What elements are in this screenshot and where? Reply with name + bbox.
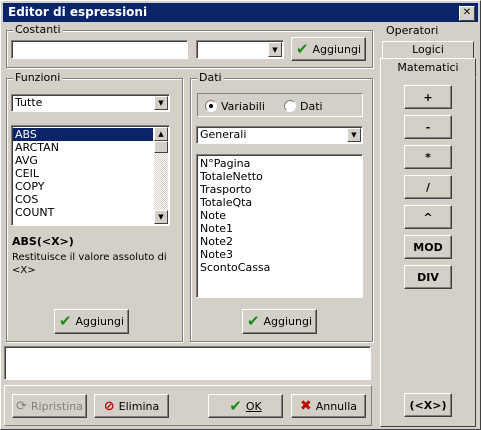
- operator-paren-button[interactable]: (<X>): [404, 393, 452, 417]
- operator-minus-button[interactable]: -: [404, 115, 452, 139]
- operator-multiply-button[interactable]: *: [404, 145, 452, 169]
- chevron-down-icon[interactable]: ▼: [268, 42, 282, 57]
- cross-icon: ✖: [299, 398, 312, 414]
- tab-logici[interactable]: Logici: [382, 41, 474, 59]
- check-icon: ✔: [295, 39, 309, 58]
- elimina-button[interactable]: ⊘ Elimina: [94, 394, 169, 418]
- radio-variabili-label[interactable]: Variabili: [221, 100, 265, 113]
- operator-mod-button[interactable]: MOD: [404, 235, 452, 259]
- dialog-window: Editor di espressioni ✕ Costanti ▼ ✔ Aggi…: [0, 0, 481, 430]
- radio-dati-label[interactable]: Dati: [300, 100, 323, 113]
- ripristina-button[interactable]: ⟳ Ripristina: [12, 394, 87, 418]
- list-item[interactable]: N°Pagina: [198, 157, 360, 170]
- operator-divide-button[interactable]: /: [404, 175, 452, 199]
- function-description: Restituisce il valore assoluto di <X>: [12, 252, 167, 276]
- function-filter-combo[interactable]: Tutte ▼: [11, 94, 170, 112]
- costanti-add-button[interactable]: ✔ Aggiungi: [291, 37, 366, 61]
- operator-power-button[interactable]: ^: [404, 205, 452, 229]
- check-icon: ✔: [246, 312, 260, 330]
- list-item[interactable]: TotaleNetto: [198, 170, 360, 183]
- tab-matematici[interactable]: Matematici: [380, 58, 476, 78]
- list-item[interactable]: Note3: [198, 248, 360, 261]
- function-list-scrollbar[interactable]: ▲ ▼: [154, 127, 168, 224]
- list-item[interactable]: COPY: [13, 180, 153, 193]
- scroll-up-icon[interactable]: ▲: [154, 127, 168, 141]
- list-item[interactable]: Trasporto: [198, 183, 360, 196]
- list-item[interactable]: Note: [198, 209, 360, 222]
- dati-label: Dati: [197, 71, 224, 84]
- funzioni-label: Funzioni: [13, 71, 63, 84]
- constant-type-combo[interactable]: ▼: [196, 40, 284, 59]
- list-item[interactable]: ABS: [13, 128, 153, 141]
- list-item[interactable]: ScontoCassa: [198, 261, 360, 274]
- operator-plus-button[interactable]: +: [404, 85, 452, 109]
- window-title: Editor di espressioni: [8, 5, 148, 19]
- function-signature: ABS(<X>): [12, 235, 74, 248]
- constant-input[interactable]: [11, 40, 188, 59]
- annulla-button[interactable]: ✖ Annulla: [291, 394, 366, 418]
- list-item[interactable]: CEIL: [13, 167, 153, 180]
- radio-dati[interactable]: [284, 100, 296, 112]
- radio-variabili[interactable]: [205, 100, 217, 112]
- scroll-thumb[interactable]: [154, 141, 168, 153]
- operator-div-button[interactable]: DIV: [404, 265, 452, 289]
- chevron-down-icon[interactable]: ▼: [347, 128, 361, 142]
- costanti-label: Costanti: [13, 23, 63, 36]
- data-category-combo[interactable]: Generali ▼: [196, 126, 363, 144]
- list-item[interactable]: Note2: [198, 235, 360, 248]
- list-item[interactable]: AVG: [13, 154, 153, 167]
- close-icon: ✕: [462, 7, 472, 18]
- list-item[interactable]: ARCTAN: [13, 141, 153, 154]
- title-bar[interactable]: Editor di espressioni ✕: [3, 3, 478, 22]
- data-field-list[interactable]: N°Pagina TotaleNetto Trasporto TotaleQta Not…: [196, 154, 363, 298]
- list-item[interactable]: COUNT: [13, 206, 153, 219]
- list-item[interactable]: Note1: [198, 222, 360, 235]
- chevron-down-icon[interactable]: ▼: [154, 96, 168, 110]
- scroll-down-icon[interactable]: ▼: [154, 210, 168, 224]
- function-list[interactable]: ABS ARCTAN AVG CEIL COPY COS COUNT ▲ ▼: [11, 125, 170, 226]
- funzioni-add-button[interactable]: ✔ Aggiungi: [54, 309, 129, 334]
- list-item[interactable]: COS: [13, 193, 153, 206]
- check-icon: ✔: [58, 312, 72, 330]
- dati-add-button[interactable]: ✔ Aggiungi: [242, 309, 317, 334]
- close-button[interactable]: ✕: [459, 6, 475, 21]
- check-icon: ✔: [229, 396, 242, 415]
- operatori-label: Operatori: [386, 24, 439, 37]
- list-item[interactable]: TotaleQta: [198, 196, 360, 209]
- prohibit-icon: ⊘: [103, 398, 115, 414]
- ok-button[interactable]: ✔ OK: [208, 394, 283, 418]
- refresh-icon: ⟳: [16, 398, 27, 414]
- expression-input[interactable]: [4, 346, 371, 380]
